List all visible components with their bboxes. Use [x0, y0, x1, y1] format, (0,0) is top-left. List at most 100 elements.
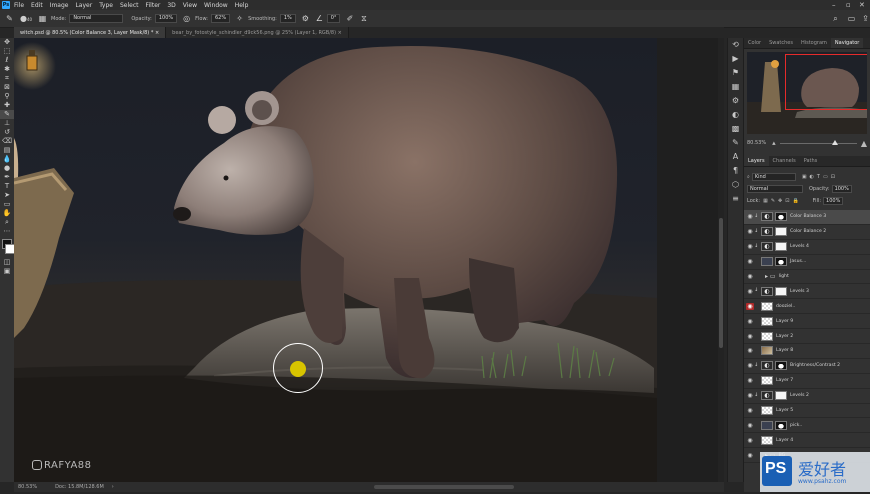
move-tool-icon[interactable]: ✥ [0, 38, 14, 47]
quick-mask-icon[interactable]: ◫ [0, 258, 14, 267]
visibility-eye-icon[interactable]: ◉ [746, 437, 754, 444]
pen-tool-icon[interactable]: ✒ [0, 173, 14, 182]
dodge-tool-icon[interactable]: ● [0, 164, 14, 173]
navigator-zoom-value[interactable]: 80.53% [747, 140, 766, 146]
visibility-eye-icon[interactable]: ◉ [746, 377, 754, 384]
visibility-eye-icon[interactable]: ◉ [746, 273, 754, 280]
filter-adjust-icon[interactable]: ◐ [810, 174, 814, 180]
zoom-out-icon[interactable]: ▴ [772, 139, 776, 147]
status-zoom[interactable]: 80.53% [18, 484, 37, 490]
adjustment-layer-icon[interactable]: ◐ [761, 227, 773, 237]
hand-tool-icon[interactable]: ✋ [0, 209, 14, 218]
menu-help[interactable]: Help [235, 2, 249, 9]
layer-row[interactable]: ◉ Layer 9 [744, 314, 870, 330]
filter-shape-icon[interactable]: ▭ [823, 174, 828, 180]
navigator-view-frame[interactable] [785, 54, 867, 110]
character-icon[interactable]: A [728, 150, 743, 164]
photoshop-logo-icon[interactable]: Ps [2, 1, 10, 9]
menu-edit[interactable]: Edit [31, 2, 43, 9]
layer-row[interactable]: ◉ pick.. [744, 418, 870, 434]
tab-paths[interactable]: Paths [800, 156, 822, 166]
menu-filter[interactable]: Filter [146, 2, 161, 9]
history-icon[interactable]: ⟲ [728, 38, 743, 52]
menu-view[interactable]: View [183, 2, 197, 9]
menu-select[interactable]: Select [120, 2, 139, 9]
styles-icon[interactable]: ▩ [728, 122, 743, 136]
menu-layer[interactable]: Layer [75, 2, 92, 9]
screen-mode-icon[interactable]: ▣ [0, 267, 14, 276]
angle-input[interactable]: 0° [326, 14, 341, 23]
visibility-eye-icon[interactable]: ◉ [746, 213, 754, 220]
eyedropper-tool-icon[interactable]: ⚲ [0, 92, 14, 101]
smoothing-input[interactable]: 1% [279, 14, 296, 23]
visibility-eye-icon[interactable]: ◉ [746, 243, 754, 250]
visibility-eye-icon[interactable]: ◉ [746, 362, 754, 369]
brush-tool-icon[interactable]: ✎ [5, 14, 14, 23]
layer-thumbnail[interactable] [761, 420, 773, 430]
lock-all-icon[interactable]: 🔒 [792, 198, 798, 204]
layer-mask-thumbnail[interactable] [775, 286, 787, 296]
workspace-icon[interactable]: ▭ [847, 14, 856, 23]
layer-mask-thumbnail[interactable] [775, 227, 787, 237]
search-icon[interactable]: ⌕ [831, 14, 840, 23]
layer-row[interactable]: ◉ ↓ ◐ Levels 2 [744, 389, 870, 404]
tab-channels[interactable]: Channels [769, 156, 800, 166]
tab-close-icon[interactable]: × [338, 30, 342, 36]
layer-fill-input[interactable]: 100% [823, 196, 844, 205]
layer-row[interactable]: ◉ Layer 8 [744, 344, 870, 359]
layer-row[interactable]: ◉ ↓ ◐ Color Balance 2 [744, 225, 870, 240]
filter-smart-icon[interactable]: ⊡ [831, 174, 835, 180]
adjustment-layer-icon[interactable]: ◐ [761, 212, 773, 222]
tab-close-icon[interactable]: × [155, 30, 159, 36]
timeline-icon[interactable]: ≡ [728, 192, 743, 206]
symmetry-icon[interactable]: ⧖ [359, 14, 368, 23]
type-tool-icon[interactable]: T [0, 182, 14, 191]
tab-color[interactable]: Color [744, 38, 765, 48]
visibility-eye-icon[interactable]: ◉ [746, 407, 754, 414]
gradient-tool-icon[interactable]: ▤ [0, 146, 14, 155]
lock-paint-icon[interactable]: ✎ [771, 198, 775, 204]
vertical-scrollbar-thumb[interactable] [719, 218, 723, 348]
visibility-eye-icon[interactable]: ◉ [746, 288, 754, 295]
layer-row[interactable]: ◉ ↓ ◐ Levels 3 [744, 284, 870, 300]
close-icon[interactable]: ✕ [859, 1, 865, 9]
layer-row[interactable]: ◉ Jasus... [744, 255, 870, 270]
menu-image[interactable]: Image [50, 2, 69, 9]
rectangle-tool-icon[interactable]: ▭ [0, 200, 14, 209]
visibility-eye-icon[interactable]: ◉ [746, 228, 754, 235]
filter-pixel-icon[interactable]: ▣ [802, 174, 807, 180]
zoom-in-icon[interactable]: ▲ [861, 139, 867, 148]
visibility-eye-icon[interactable]: ◉ [746, 258, 754, 265]
document-canvas[interactable] [14, 38, 657, 482]
layer-thumbnail[interactable] [761, 331, 773, 341]
layer-thumbnail[interactable] [761, 376, 773, 386]
layer-row[interactable]: ◉ ▸ ▭ light [744, 270, 870, 285]
filter-kind-select[interactable]: Kind [751, 172, 796, 181]
blur-tool-icon[interactable]: 💧 [0, 155, 14, 164]
brush-settings-icon[interactable]: ▦ [38, 14, 47, 23]
paragraph-icon[interactable]: ¶ [728, 164, 743, 178]
clone-stamp-tool-icon[interactable]: ⊥ [0, 119, 14, 128]
path-select-tool-icon[interactable]: ➤ [0, 191, 14, 200]
layer-row[interactable]: ◉ Layer 2 [744, 329, 870, 345]
minimize-icon[interactable]: – [832, 1, 836, 9]
lock-artboard-icon[interactable]: ⊡ [785, 198, 789, 204]
flow-input[interactable]: 62% [211, 14, 231, 23]
layer-mask-thumbnail[interactable] [775, 257, 787, 267]
layer-mask-thumbnail[interactable] [775, 361, 787, 371]
pressure-opacity-icon[interactable]: ◎ [182, 14, 191, 23]
maximize-icon[interactable]: ▫ [846, 1, 851, 9]
status-arrow-icon[interactable]: › [112, 484, 114, 490]
tab-navigator[interactable]: Navigator [830, 38, 864, 48]
actions-icon[interactable]: ▶ [728, 52, 743, 66]
history-brush-tool-icon[interactable]: ↺ [0, 128, 14, 137]
menu-type[interactable]: Type [99, 2, 113, 9]
brush-tool-icon[interactable]: ✎ [0, 110, 14, 119]
glyphs-icon[interactable]: ⚑ [728, 66, 743, 80]
properties-icon[interactable]: ⚙ [728, 94, 743, 108]
layer-row[interactable]: ◉ ↓ ◐ Color Balance 3 [744, 210, 870, 225]
adjustment-layer-icon[interactable]: ◐ [761, 391, 773, 401]
lock-transparent-icon[interactable]: ▦ [763, 198, 768, 204]
layer-row[interactable]: ◉ dooziel.. [744, 299, 870, 315]
brush-preset-picker[interactable]: ●40 [19, 14, 33, 23]
